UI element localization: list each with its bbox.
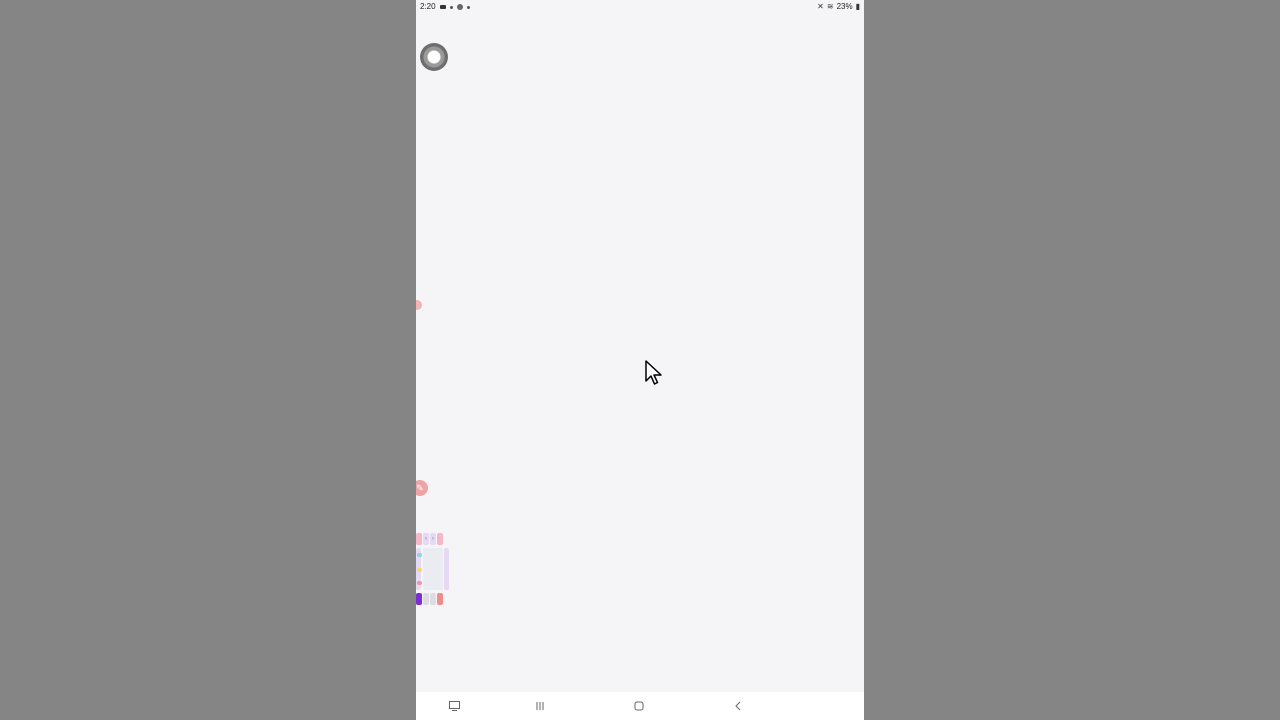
phone-screen: 2:20 ✕ ≋ 23% ▮ ✎ ‹ › — [416, 0, 864, 720]
mini-toolbar: ‹ › — [416, 533, 450, 609]
home-button[interactable] — [632, 699, 646, 713]
recent-apps-icon — [536, 702, 544, 710]
status-bar: 2:20 ✕ ≋ 23% ▮ — [416, 0, 864, 14]
wifi-icon: ≋ — [826, 2, 834, 11]
toolbar-pen-icon[interactable] — [416, 593, 422, 605]
mini-toolbar-top-row: ‹ › — [416, 533, 443, 545]
navigation-bar — [416, 692, 864, 720]
back-button[interactable] — [731, 699, 745, 713]
toolbar-prev-icon[interactable]: ‹ — [423, 533, 429, 545]
toolbar-red-swatch[interactable] — [417, 581, 422, 585]
toolbar-cyan-swatch[interactable] — [417, 553, 422, 557]
edge-handle[interactable] — [416, 300, 422, 310]
status-right: ✕ ≋ 23% ▮ — [817, 0, 860, 14]
pen-edge-button[interactable]: ✎ — [416, 480, 428, 496]
toolbar-close-icon[interactable] — [437, 533, 443, 545]
toolbar-tool-icon[interactable] — [423, 593, 429, 605]
home-icon — [634, 701, 644, 711]
notification-dot-icon — [449, 5, 453, 9]
mute-icon: ✕ — [817, 2, 824, 11]
toolbar-eraser-icon[interactable] — [437, 593, 443, 605]
pen-icon: ✎ — [416, 483, 424, 493]
floating-menu-button[interactable] — [420, 43, 448, 71]
battery-icon: ▮ — [855, 2, 860, 11]
mouse-cursor-icon — [645, 360, 662, 385]
back-icon — [735, 701, 741, 711]
status-time: 2:20 — [420, 2, 436, 11]
keyboard-button[interactable] — [447, 699, 461, 713]
record-icon — [456, 4, 463, 10]
toolbar-panel — [423, 548, 443, 590]
toolbar-yellow-swatch[interactable] — [417, 568, 422, 572]
keyboard-icon — [448, 701, 460, 711]
status-left: 2:20 — [420, 0, 470, 14]
video-camera-icon — [439, 5, 446, 9]
toolbar-color-icon[interactable] — [416, 533, 422, 545]
mini-toolbar-bottom-row — [416, 593, 443, 605]
toolbar-right-strip[interactable] — [444, 548, 449, 590]
toolbar-next-icon[interactable]: › — [430, 533, 436, 545]
recent-apps-button[interactable] — [533, 699, 547, 713]
toolbar-tool-icon[interactable] — [430, 593, 436, 605]
battery-percent: 23% — [836, 2, 853, 11]
more-notifications-icon — [466, 5, 470, 9]
